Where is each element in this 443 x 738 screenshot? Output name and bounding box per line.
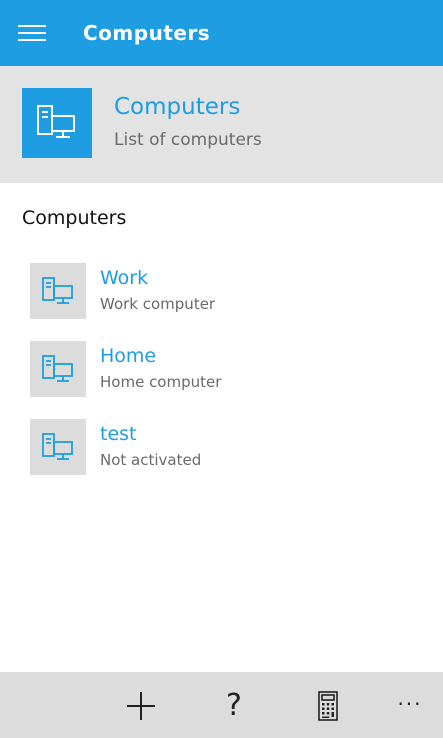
- help-button[interactable]: ?: [214, 686, 254, 726]
- item-tile: [30, 263, 86, 319]
- add-icon: [127, 692, 155, 720]
- page-header: Computers List of computers: [0, 66, 443, 183]
- computer-icon: [42, 277, 73, 304]
- computer-description: Work computer: [100, 295, 216, 313]
- add-button[interactable]: [121, 686, 161, 726]
- computer-item-home[interactable]: Home Home computer: [22, 333, 422, 399]
- title-bar: Computers: [0, 0, 443, 66]
- section-heading: Computers: [22, 207, 127, 229]
- app-title: Computers: [83, 21, 211, 45]
- help-icon: ?: [226, 688, 242, 723]
- header-tile: [22, 88, 92, 158]
- computer-name: Work: [100, 267, 149, 289]
- more-button[interactable]: ···: [390, 686, 430, 726]
- app-window: Computers Computers List of computers Co…: [0, 0, 443, 738]
- item-tile: [30, 341, 86, 397]
- computer-item-work[interactable]: Work Work computer: [22, 255, 422, 321]
- calculator-icon: [318, 691, 338, 721]
- computer-name: test: [100, 423, 137, 445]
- page-subtitle: List of computers: [114, 130, 262, 150]
- computer-description: Home computer: [100, 373, 222, 391]
- computer-description: Not activated: [100, 451, 202, 469]
- calculator-button[interactable]: [308, 686, 348, 726]
- app-bar: ? ···: [0, 672, 443, 738]
- computer-name: Home: [100, 345, 157, 367]
- computer-icon: [42, 433, 73, 460]
- more-icon: ···: [397, 692, 423, 716]
- computer-item-test[interactable]: test Not activated: [22, 411, 422, 477]
- page-title: Computers: [114, 94, 241, 120]
- computer-icon: [37, 105, 75, 138]
- item-tile: [30, 419, 86, 475]
- computer-icon: [42, 355, 73, 382]
- hamburger-icon[interactable]: [18, 23, 48, 43]
